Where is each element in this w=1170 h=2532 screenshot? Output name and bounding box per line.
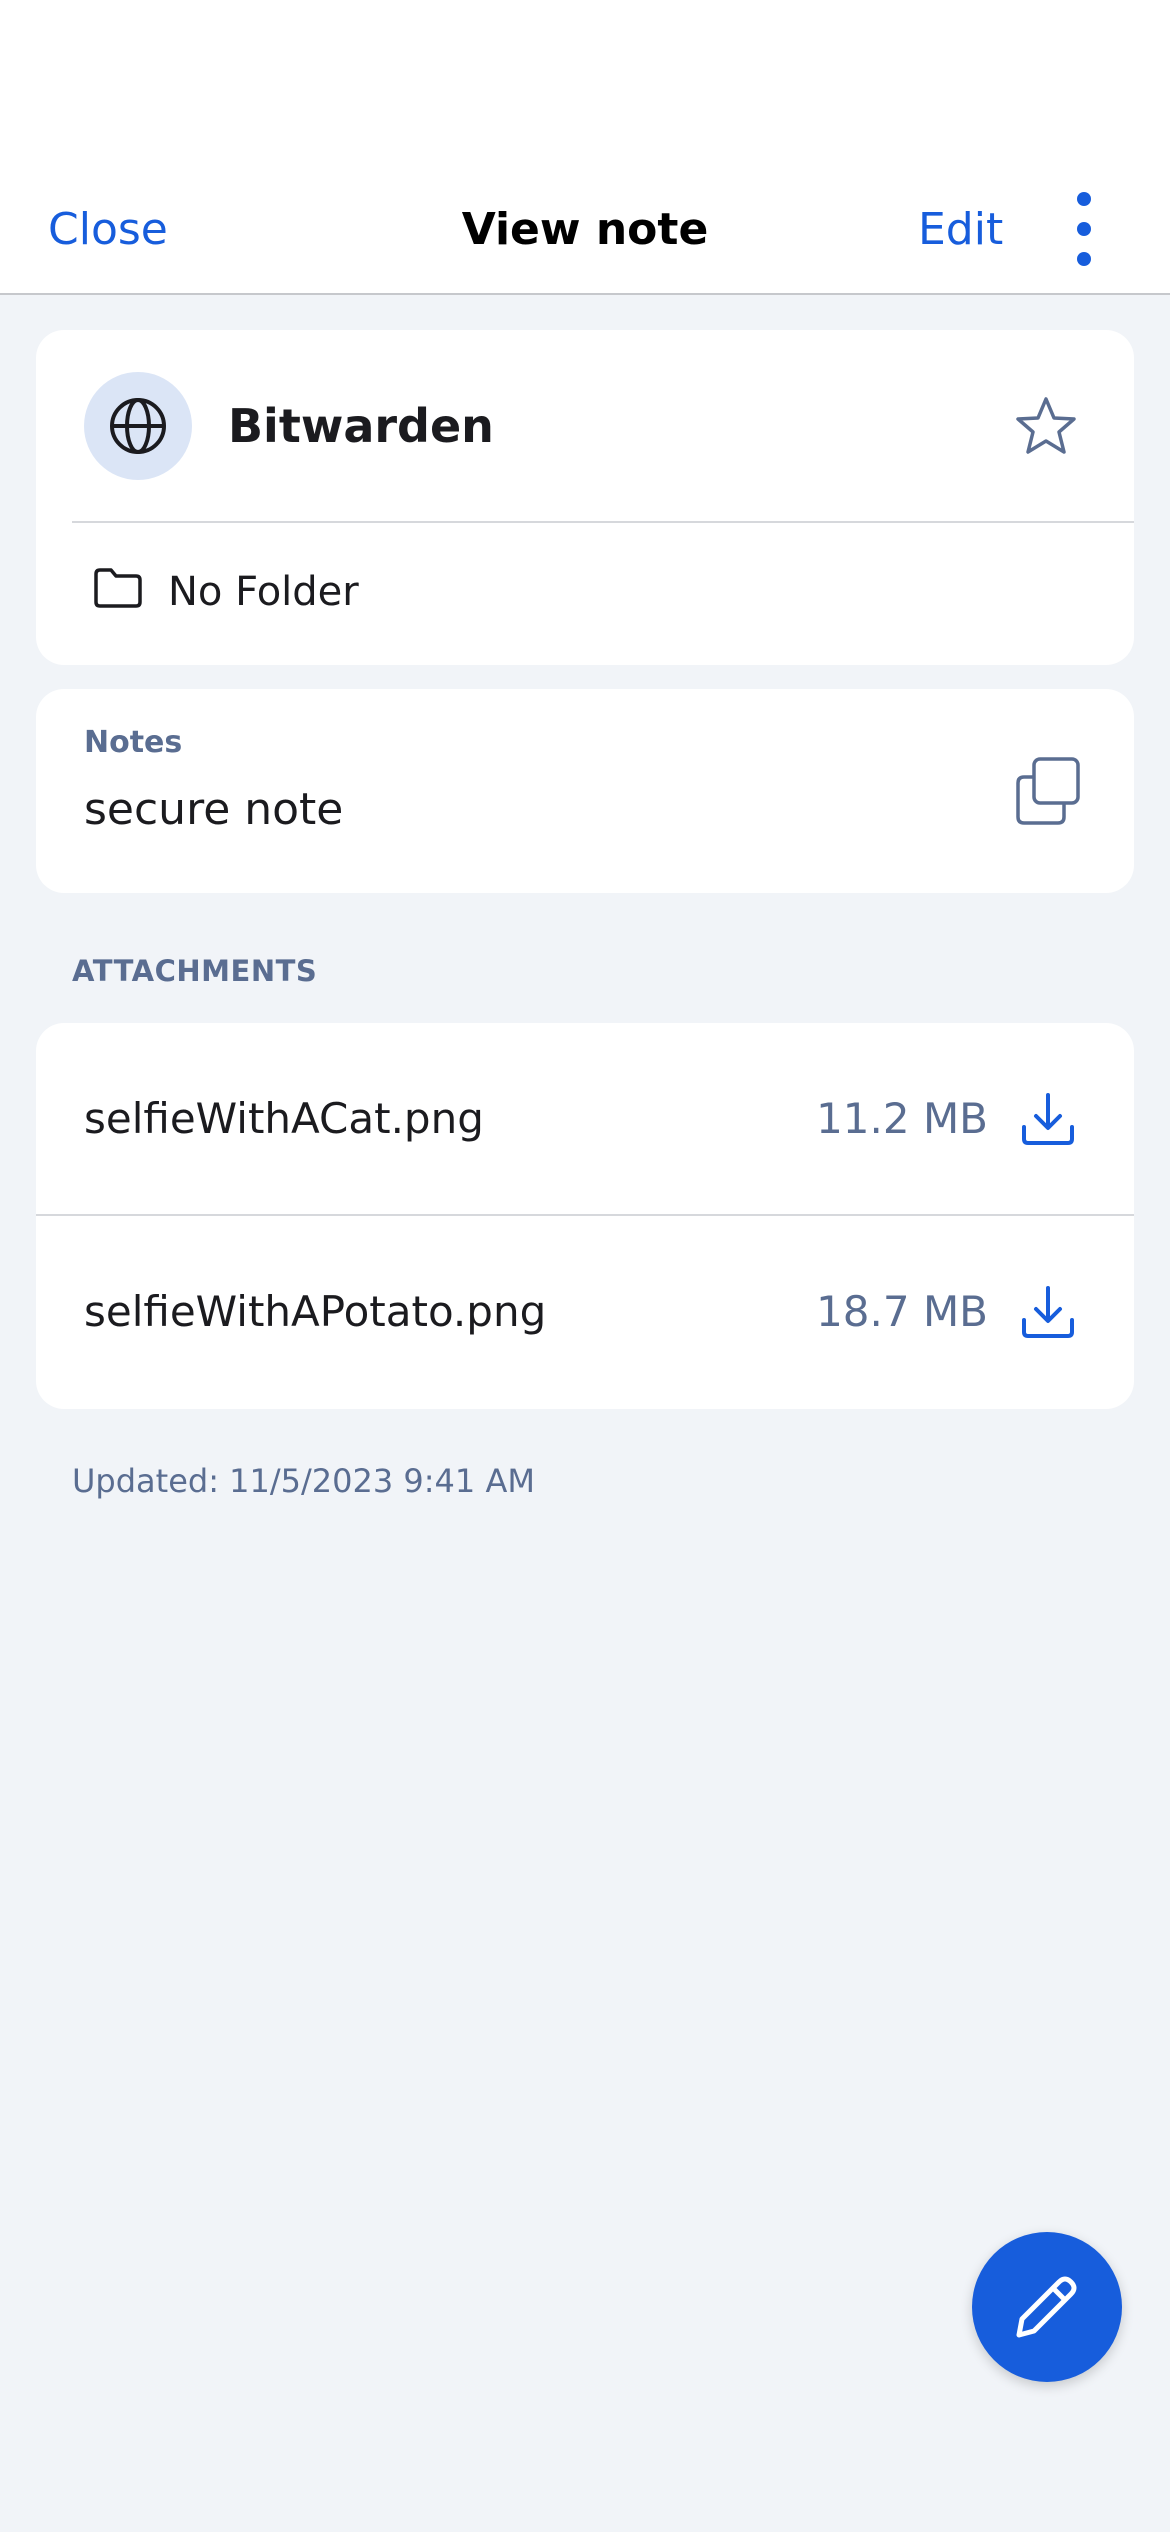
- attachment-size: 18.7 MB: [816, 1287, 988, 1336]
- download-attachment-button[interactable]: [1018, 1282, 1078, 1342]
- globe-icon: [110, 398, 166, 454]
- edit-button[interactable]: Edit: [918, 200, 1003, 260]
- attachment-name: selfieWithAPotato.png: [84, 1287, 547, 1336]
- folder-icon: [94, 568, 142, 608]
- navigation-bar: Close View note Edit: [0, 170, 1170, 295]
- attachment-name: selfieWithACat.png: [84, 1094, 484, 1143]
- attachment-size: 11.2 MB: [816, 1094, 988, 1143]
- more-options-button[interactable]: [1060, 192, 1110, 268]
- download-icon: [1022, 1286, 1074, 1338]
- more-dots-icon: [1077, 252, 1091, 266]
- notes-card: Notes secure note: [36, 689, 1134, 893]
- more-dots-icon: [1077, 222, 1091, 236]
- edit-fab-button[interactable]: [972, 2232, 1122, 2382]
- attachments-card: selfieWithACat.png 11.2 MB selfieWithAPo…: [36, 1023, 1134, 1409]
- attachments-section-title: ATTACHMENTS: [72, 954, 318, 988]
- close-button[interactable]: Close: [48, 200, 168, 260]
- updated-timestamp: Updated: 11/5/2023 9:41 AM: [72, 1462, 535, 1500]
- copy-icon: [1016, 757, 1080, 825]
- item-header-card: Bitwarden No Folder: [36, 330, 1134, 665]
- notes-value: secure note: [84, 784, 344, 835]
- attachment-row: selfieWithAPotato.png 18.7 MB: [36, 1216, 1134, 1409]
- download-attachment-button[interactable]: [1018, 1089, 1078, 1149]
- notes-label: Notes: [84, 725, 183, 760]
- attachment-row: selfieWithACat.png 11.2 MB: [36, 1023, 1134, 1216]
- download-icon: [1022, 1093, 1074, 1145]
- status-bar-area: [0, 0, 1170, 170]
- folder-label: No Folder: [168, 569, 359, 615]
- favorite-button[interactable]: [1014, 394, 1078, 458]
- more-dots-icon: [1077, 192, 1091, 206]
- item-name: Bitwarden: [228, 399, 494, 453]
- pencil-icon: [1016, 2276, 1077, 2338]
- item-avatar: [84, 372, 192, 480]
- divider: [72, 521, 1134, 523]
- star-icon: [1016, 397, 1076, 454]
- copy-notes-button[interactable]: [1014, 755, 1084, 827]
